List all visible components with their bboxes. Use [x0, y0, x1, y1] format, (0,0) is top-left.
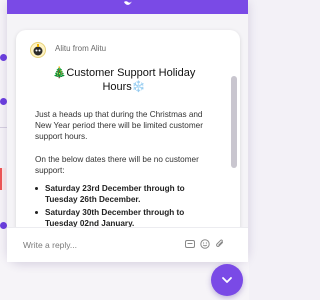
check-icon [0, 98, 7, 105]
christmas-tree-icon: 🎄 [52, 67, 67, 79]
widget-header [7, 0, 248, 14]
emoji-icon[interactable] [200, 239, 210, 249]
reply-input[interactable] [23, 238, 173, 252]
delete-icon [0, 168, 6, 190]
list-item: Saturday 23rd December through to Tuesda… [35, 183, 215, 205]
gif-icon[interactable] [185, 239, 195, 249]
message-title: 🎄Customer Support Holiday Hours❄️ [34, 66, 214, 94]
paperclip-icon[interactable] [215, 239, 225, 249]
date-list: Saturday 23rd December through to Tuesda… [35, 183, 215, 229]
messenger-launcher-button[interactable] [211, 264, 243, 296]
divider [0, 127, 7, 128]
avatar [30, 42, 46, 58]
check-icon [0, 54, 7, 61]
scrollbar[interactable] [231, 76, 237, 168]
snowflake-icon: ❄️ [131, 81, 146, 93]
chevron-down-icon [221, 271, 233, 289]
reply-composer [7, 227, 248, 262]
message-author: Alitu from Alitu [55, 44, 107, 53]
check-icon [0, 222, 7, 229]
message-paragraph: Just a heads up that during the Christma… [35, 110, 203, 141]
message-paragraph: On the below dates there will be no cust… [35, 155, 199, 175]
bird-icon [121, 0, 135, 10]
list-item: Saturday 30th December through to Tuesda… [35, 207, 215, 229]
